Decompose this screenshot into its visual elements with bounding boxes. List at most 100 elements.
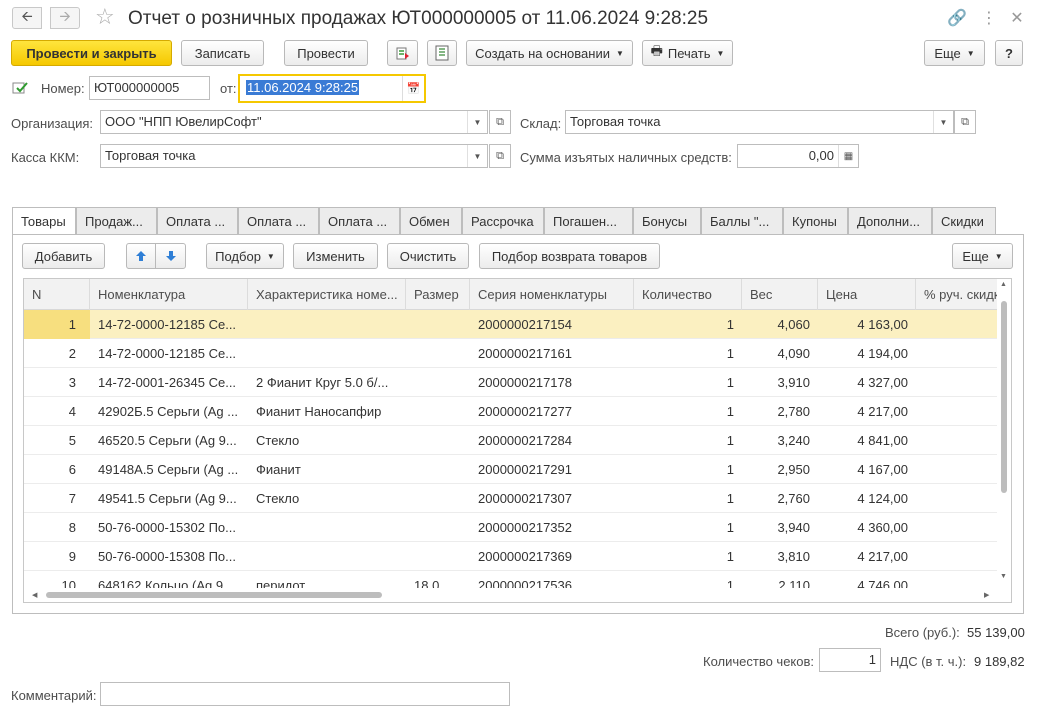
horizontal-scrollbar[interactable]: ◀ ▶ bbox=[24, 588, 1011, 602]
selection-button[interactable]: Подбор ▼ bbox=[206, 243, 284, 269]
table-more-button[interactable]: Еще ▼ bbox=[952, 243, 1013, 269]
cell-weight[interactable]: 3,240 bbox=[742, 426, 818, 455]
cell-quantity[interactable]: 1 bbox=[634, 426, 742, 455]
calendar-icon[interactable]: 📅 bbox=[402, 76, 424, 101]
cell-manual-discount[interactable] bbox=[916, 542, 1006, 571]
clear-button[interactable]: Очистить bbox=[387, 243, 469, 269]
cell-quantity[interactable]: 1 bbox=[634, 513, 742, 542]
column-header-quantity[interactable]: Количество bbox=[634, 279, 742, 310]
cell-characteristic[interactable]: Фианит Наносапфир bbox=[248, 397, 406, 426]
add-button[interactable]: Добавить bbox=[22, 243, 105, 269]
cell-manual-discount[interactable] bbox=[916, 455, 1006, 484]
cell-series[interactable]: 2000000217277 bbox=[470, 397, 634, 426]
cell-manual-discount[interactable] bbox=[916, 513, 1006, 542]
cell-price[interactable]: 4 124,00 bbox=[818, 484, 916, 513]
movements-button[interactable] bbox=[387, 40, 418, 66]
open-register-icon[interactable]: ⧉ bbox=[489, 144, 511, 168]
more-button[interactable]: Еще ▼ bbox=[924, 40, 985, 66]
link-icon[interactable]: 🔗 bbox=[946, 8, 968, 28]
cell-nomenclature[interactable]: 14-72-0000-12185 Се... bbox=[90, 339, 248, 368]
cell-n[interactable]: 3 bbox=[24, 368, 90, 397]
tab-exchange[interactable]: Обмен bbox=[400, 207, 462, 235]
chevron-down-icon[interactable]: ▼ bbox=[467, 145, 487, 167]
tab-payment-1[interactable]: Оплата ... bbox=[157, 207, 238, 235]
cell-manual-discount[interactable] bbox=[916, 397, 1006, 426]
column-header-price[interactable]: Цена bbox=[818, 279, 916, 310]
cell-n[interactable]: 4 bbox=[24, 397, 90, 426]
post-and-close-button[interactable]: Провести и закрыть bbox=[11, 40, 172, 66]
tab-bonuses[interactable]: Бонусы bbox=[633, 207, 701, 235]
goods-table[interactable]: N Номенклатура Характеристика номе... Ра… bbox=[23, 278, 1012, 603]
cell-size[interactable] bbox=[406, 513, 470, 542]
number-field[interactable]: ЮТ000000005 bbox=[89, 76, 210, 100]
cell-quantity[interactable]: 1 bbox=[634, 397, 742, 426]
cell-series[interactable]: 2000000217284 bbox=[470, 426, 634, 455]
table-row[interactable]: 9 50-76-0000-15308 По... 2000000217369 1 3,8… bbox=[24, 542, 999, 571]
column-header-nomenclature[interactable]: Номенклатура bbox=[90, 279, 248, 310]
organization-field[interactable]: ООО "НПП ЮвелирСофт" ▼ bbox=[100, 110, 488, 134]
cell-weight[interactable]: 2,780 bbox=[742, 397, 818, 426]
vertical-scrollbar[interactable]: ▲ ▼ bbox=[997, 279, 1011, 589]
cell-price[interactable]: 4 217,00 bbox=[818, 542, 916, 571]
cell-weight[interactable]: 4,060 bbox=[742, 310, 818, 339]
favorite-star-icon[interactable]: ☆ bbox=[95, 4, 115, 30]
cell-price[interactable]: 4 167,00 bbox=[818, 455, 916, 484]
date-field[interactable]: 11.06.2024 9:28:25 📅 bbox=[238, 74, 426, 103]
scroll-down-icon[interactable]: ▼ bbox=[1000, 573, 1007, 580]
tab-points[interactable]: Баллы "... bbox=[701, 207, 783, 235]
cell-n[interactable]: 9 bbox=[24, 542, 90, 571]
cell-price[interactable]: 4 841,00 bbox=[818, 426, 916, 455]
cell-size[interactable] bbox=[406, 455, 470, 484]
scroll-up-icon[interactable]: ▲ bbox=[1000, 281, 1007, 288]
tab-payment-3[interactable]: Оплата ... bbox=[319, 207, 400, 235]
move-down-button[interactable] bbox=[155, 243, 186, 269]
cell-manual-discount[interactable] bbox=[916, 484, 1006, 513]
cell-n[interactable]: 8 bbox=[24, 513, 90, 542]
more-vertical-icon[interactable]: ⋮ bbox=[978, 8, 1000, 28]
cell-n[interactable]: 7 bbox=[24, 484, 90, 513]
tab-additional[interactable]: Дополни... bbox=[848, 207, 932, 235]
cell-series[interactable]: 2000000217307 bbox=[470, 484, 634, 513]
cell-series[interactable]: 2000000217369 bbox=[470, 542, 634, 571]
cell-characteristic[interactable] bbox=[248, 339, 406, 368]
cell-size[interactable] bbox=[406, 542, 470, 571]
cell-quantity[interactable]: 1 bbox=[634, 368, 742, 397]
print-button[interactable]: 🖶 Печать ▼ bbox=[642, 40, 733, 66]
chevron-down-icon[interactable]: ▼ bbox=[933, 111, 953, 133]
cell-weight[interactable]: 4,090 bbox=[742, 339, 818, 368]
cell-quantity[interactable]: 1 bbox=[634, 455, 742, 484]
cell-characteristic[interactable]: 2 Фианит Круг 5.0 б/... bbox=[248, 368, 406, 397]
cell-series[interactable]: 2000000217154 bbox=[470, 310, 634, 339]
cell-nomenclature[interactable]: 46520.5 Серьги (Ag 9... bbox=[90, 426, 248, 455]
cell-nomenclature[interactable]: 50-76-0000-15302 По... bbox=[90, 513, 248, 542]
cell-quantity[interactable]: 1 bbox=[634, 310, 742, 339]
checks-count-field[interactable]: 1 bbox=[819, 648, 881, 672]
save-button[interactable]: Записать bbox=[181, 40, 264, 66]
cell-characteristic[interactable]: Стекло bbox=[248, 484, 406, 513]
open-warehouse-icon[interactable]: ⧉ bbox=[954, 110, 976, 134]
cell-quantity[interactable]: 1 bbox=[634, 542, 742, 571]
cell-manual-discount[interactable] bbox=[916, 310, 1006, 339]
cell-nomenclature[interactable]: 50-76-0000-15308 По... bbox=[90, 542, 248, 571]
tab-coupons[interactable]: Купоны bbox=[783, 207, 848, 235]
cell-price[interactable]: 4 194,00 bbox=[818, 339, 916, 368]
create-based-on-button[interactable]: Создать на основании ▼ bbox=[466, 40, 633, 66]
report-button[interactable] bbox=[427, 40, 457, 66]
cell-size[interactable] bbox=[406, 397, 470, 426]
cell-weight[interactable]: 2,950 bbox=[742, 455, 818, 484]
edit-button[interactable]: Изменить bbox=[293, 243, 378, 269]
table-row[interactable]: 3 14-72-0001-26345 Се... 2 Фианит Круг 5.0… bbox=[24, 368, 999, 397]
cell-nomenclature[interactable]: 14-72-0001-26345 Се... bbox=[90, 368, 248, 397]
cell-nomenclature[interactable]: 49541.5 Серьги (Ag 9... bbox=[90, 484, 248, 513]
cell-size[interactable] bbox=[406, 426, 470, 455]
tab-discounts[interactable]: Скидки bbox=[932, 207, 996, 235]
tab-repayment[interactable]: Погашен... bbox=[544, 207, 633, 235]
withdrawn-field[interactable]: 0,00 ▦ bbox=[737, 144, 859, 168]
cell-size[interactable] bbox=[406, 310, 470, 339]
vertical-scroll-thumb[interactable] bbox=[1001, 301, 1007, 493]
table-row[interactable]: 8 50-76-0000-15302 По... 2000000217352 1 3,9… bbox=[24, 513, 999, 542]
open-organization-icon[interactable]: ⧉ bbox=[489, 110, 511, 134]
cell-characteristic[interactable] bbox=[248, 542, 406, 571]
register-field[interactable]: Торговая точка ▼ bbox=[100, 144, 488, 168]
cell-n[interactable]: 1 bbox=[24, 310, 90, 339]
